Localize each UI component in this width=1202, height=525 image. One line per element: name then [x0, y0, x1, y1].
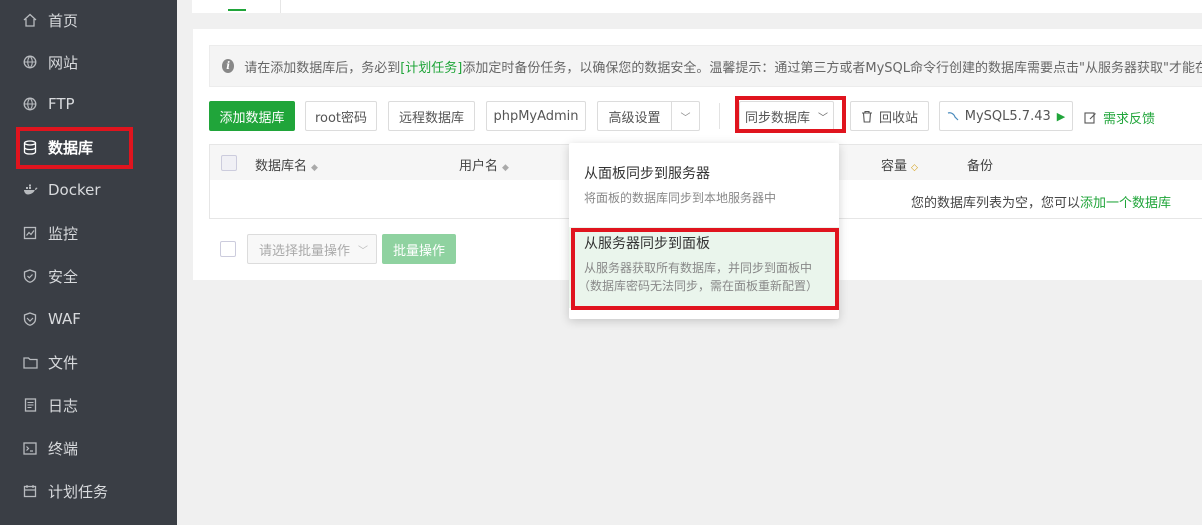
sidebar: 首页 网站 FTP 数据库 Docker 监控 安全 WAF 文件 日志 终端 …: [0, 0, 177, 525]
menu-item-title: 从面板同步到服务器: [584, 166, 710, 182]
column-username-label: 用户名: [459, 159, 499, 174]
notice-bar: i 请在添加数据库后，务必到 [计划任务] 添加定时备份任务，以确保您的数据安全。温…: [209, 45, 1202, 87]
sidebar-item-logs[interactable]: 日志: [0, 385, 177, 425]
sidebar-item-label: Docker: [48, 181, 101, 199]
info-icon: i: [222, 59, 235, 73]
advanced-settings-button[interactable]: 高级设置 ﹀: [597, 101, 700, 131]
batch-operation-button[interactable]: 批量操作: [382, 234, 456, 264]
sidebar-item-files[interactable]: 文件: [0, 342, 177, 382]
home-icon: [22, 12, 38, 28]
cron-task-link[interactable]: [计划任务]: [400, 57, 462, 76]
mysql-version-label: MySQL5.7.43: [964, 108, 1051, 124]
toolbar-divider: [719, 103, 720, 129]
notice-prefix: 请在添加数据库后，务必到: [244, 60, 401, 76]
root-password-button[interactable]: root密码: [305, 101, 377, 131]
feedback-label[interactable]: 需求反馈: [1103, 108, 1155, 127]
menu-item-desc: 将面板的数据库同步到本地服务器中: [584, 191, 777, 205]
sidebar-item-terminal[interactable]: 终端: [0, 428, 177, 468]
sidebar-item-label: FTP: [48, 95, 75, 113]
sidebar-item-docker[interactable]: Docker: [0, 170, 177, 210]
mysql-version-button[interactable]: MySQL5.7.43 ▶: [939, 101, 1073, 131]
sort-icon[interactable]: ◆: [502, 163, 509, 173]
notice-suffix: 添加定时备份任务，以确保您的数据安全。温馨提示：通过第三方或者MySQL命令行创…: [462, 60, 1202, 76]
play-icon: ▶: [1056, 109, 1066, 123]
shield-icon: [22, 268, 38, 284]
sidebar-item-monitor[interactable]: 监控: [0, 213, 177, 253]
sidebar-item-label: 安全: [48, 267, 79, 286]
recycle-bin-button[interactable]: 回收站: [850, 101, 929, 131]
sort-icon[interactable]: ◆: [311, 163, 318, 173]
log-icon: [22, 397, 38, 413]
column-capacity: 容量 ◇: [881, 155, 918, 174]
mysql-dolphin-icon: [947, 110, 959, 122]
phpmyadmin-button[interactable]: phpMyAdmin: [486, 101, 586, 131]
batch-select-checkbox[interactable]: [220, 241, 236, 257]
sidebar-item-label: 网站: [48, 53, 79, 72]
calendar-icon: [22, 483, 38, 499]
sidebar-item-security[interactable]: 安全: [0, 256, 177, 296]
docker-icon: [22, 182, 38, 198]
chevron-down-icon[interactable]: ﹀: [671, 102, 699, 130]
sidebar-item-label: 文件: [48, 353, 79, 372]
sidebar-item-home[interactable]: 首页: [0, 0, 177, 40]
sidebar-item-label: 计划任务: [48, 482, 109, 501]
folder-icon: [22, 354, 38, 370]
empty-message: 您的数据库列表为空，您可以添加一个数据库: [911, 192, 1171, 211]
chevron-down-icon: ﹀: [358, 245, 368, 257]
globe-icon: [22, 96, 38, 112]
column-backup: 备份: [967, 159, 994, 174]
batch-operation-placeholder: 请选择批量操作: [259, 243, 351, 259]
edit-icon: [1084, 111, 1097, 124]
recycle-bin-label: 回收站: [878, 110, 918, 126]
tab-active[interactable]: [192, 0, 281, 13]
empty-message-text: 您的数据库列表为空，您可以: [910, 196, 1080, 211]
column-db-name-label: 数据库名: [255, 159, 308, 174]
sidebar-item-label: 首页: [48, 11, 79, 30]
column-capacity-label: 容量: [881, 159, 908, 174]
remote-database-button[interactable]: 远程数据库: [388, 101, 475, 131]
highlight-database-nav: [16, 127, 133, 169]
sidebar-item-waf[interactable]: WAF: [0, 299, 177, 339]
sidebar-item-website[interactable]: 网站: [0, 42, 177, 82]
vip-diamond-icon: ◇: [911, 163, 918, 173]
select-all-checkbox[interactable]: [221, 155, 237, 171]
monitor-icon: [22, 225, 38, 241]
column-username[interactable]: 用户名 ◆: [459, 155, 509, 174]
feedback-link[interactable]: 需求反馈: [1084, 108, 1155, 127]
sidebar-item-label: 监控: [48, 224, 79, 243]
menu-item-panel-to-server[interactable]: 从面板同步到服务器 将面板的数据库同步到本地服务器中: [569, 143, 839, 221]
add-database-link[interactable]: 添加一个数据库: [1080, 196, 1171, 211]
advanced-settings-label[interactable]: 高级设置: [598, 102, 671, 130]
sidebar-item-label: 终端: [48, 439, 79, 458]
sidebar-item-label: 日志: [48, 396, 79, 415]
sidebar-item-ftp[interactable]: FTP: [0, 84, 177, 124]
tab-strip: [192, 0, 1202, 13]
terminal-icon: [22, 440, 38, 456]
add-database-button[interactable]: 添加数据库: [209, 101, 295, 131]
batch-operation-select[interactable]: 请选择批量操作 ﹀: [247, 234, 377, 264]
sidebar-item-label: WAF: [48, 310, 81, 328]
trash-icon: [861, 110, 873, 123]
highlight-server-to-panel: [571, 228, 839, 310]
globe-icon: [22, 54, 38, 70]
waf-shield-icon: [22, 311, 38, 327]
highlight-sync-button: [735, 96, 846, 133]
column-db-name[interactable]: 数据库名 ◆: [255, 155, 318, 174]
sidebar-item-cron[interactable]: 计划任务: [0, 471, 177, 511]
